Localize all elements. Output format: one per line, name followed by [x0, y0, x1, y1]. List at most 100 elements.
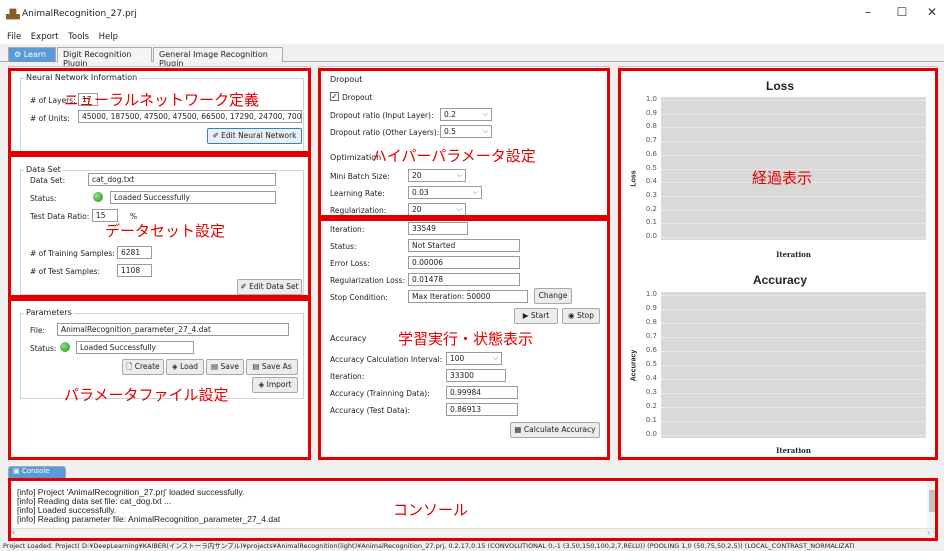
edit-data-set-button[interactable]: ✐ Edit Data Set [237, 279, 302, 295]
console-tab[interactable]: ▣ Console [8, 466, 66, 479]
change-button[interactable]: Change [534, 288, 572, 304]
y-tick-label: 0.8 [645, 318, 657, 326]
save-label: Save [220, 362, 239, 371]
data-set-field: cat_dog.txt [88, 173, 276, 186]
iteration-field: 33549 [408, 222, 468, 235]
y-tick-label: 0.8 [645, 122, 657, 131]
error-loss-field: 0.00006 [408, 256, 520, 269]
y-tick-label: 0.3 [645, 190, 657, 199]
lr-select[interactable]: 0.03 ⌵ [408, 186, 482, 199]
accuracy-train-field: 0.99984 [446, 386, 518, 399]
accuracy-chart-title: Accuracy [752, 273, 808, 287]
dropout-checkbox[interactable]: ✓ [330, 92, 339, 101]
console-panel[interactable]: [info] Project 'AnimalRecognition_27.prj… [8, 479, 938, 539]
stop-condition-label: Stop Condition: [330, 293, 388, 302]
reg-select[interactable]: 20 ⌵ [408, 203, 466, 216]
console-line: [info] Reading data set file: cat_dog.tx… [17, 496, 172, 506]
console-hscrollbar[interactable]: ‹ › [9, 528, 937, 538]
gridline [661, 195, 926, 197]
maximize-button[interactable]: ☐ [890, 5, 914, 23]
stop-icon: ◉ [568, 311, 575, 320]
menu-file[interactable]: File [7, 32, 21, 42]
import-label: Import [266, 380, 292, 389]
gridline [661, 407, 926, 408]
lr-label: Learning Rate: [330, 189, 385, 198]
save-as-label: Save As [261, 362, 292, 371]
y-tick-label: 0.9 [645, 108, 657, 117]
save-icon: ▤ [211, 362, 219, 371]
param-file-field: AnimalRecognition_parameter_27_4.dat [57, 323, 289, 336]
load-icon: ◈ [171, 362, 178, 371]
menu-bar: File Export Tools Help [0, 30, 944, 44]
console-vscrollbar[interactable] [927, 480, 937, 528]
close-button[interactable]: ✕ [920, 5, 944, 23]
load-button[interactable]: ◈ Load [166, 359, 204, 375]
param-status-field: Loaded Successfully [76, 341, 194, 354]
gridline [661, 223, 926, 225]
create-button[interactable]: 🗋 Create [122, 359, 164, 375]
y-tick-label: 0.4 [645, 177, 657, 186]
save-as-icon: ▤ [252, 362, 260, 371]
tab-general-image-recognition[interactable]: General Image Recognition Plugin [153, 47, 283, 68]
dropout-other-label: Dropout ratio (Other Layers): [330, 128, 440, 137]
import-icon: ◈ [258, 380, 265, 389]
test-ratio-label: Test Data Ratio: [30, 212, 90, 221]
test-samples-label: # of Test Samples: [30, 267, 100, 276]
gridline [661, 168, 926, 170]
dropout-input-select[interactable]: 0.2 ⌵ [440, 108, 492, 121]
calculator-icon: ▦ [514, 425, 522, 434]
edit-data-set-label: Edit Data Set [249, 282, 299, 291]
lr-value: 0.03 [412, 188, 429, 197]
data-set-group [20, 170, 304, 295]
save-as-button[interactable]: ▤ Save As [246, 359, 298, 375]
gridline [661, 337, 926, 338]
accuracy-iteration-label: Iteration: [330, 372, 365, 381]
y-tick-label: 0.1 [645, 416, 657, 424]
y-tick-label: 0.4 [645, 374, 657, 382]
reg-label: Regularization: [330, 206, 387, 215]
menu-tools[interactable]: Tools [68, 32, 89, 42]
batch-label: Mini Batch Size: [330, 172, 390, 181]
accuracy-interval-select[interactable]: 100 ⌵ [446, 352, 502, 365]
import-button[interactable]: ◈ Import [252, 377, 298, 393]
nn-info-title: Neural Network Information [24, 73, 140, 82]
menu-export[interactable]: Export [31, 32, 59, 42]
param-file-label: File: [30, 326, 46, 335]
y-tick-label: 1.0 [645, 95, 657, 103]
minimize-button[interactable]: – [856, 5, 880, 23]
stop-button[interactable]: ◉ Stop [562, 308, 600, 324]
parameters-title: Parameters [24, 308, 74, 317]
batch-select[interactable]: 20 ⌵ [408, 169, 466, 182]
y-tick-label: 0.1 [645, 218, 657, 227]
edit-neural-network-button[interactable]: ✐ Edit Neural Network [207, 128, 302, 144]
file-icon: 🗋 [126, 362, 133, 371]
y-tick-label: 0.7 [645, 332, 657, 340]
status-ok-icon [60, 342, 70, 352]
stop-condition-field: Max Iteration: 50000 [408, 290, 528, 303]
scroll-left-icon[interactable]: ‹ [12, 528, 15, 537]
dropout-input-value: 0.2 [444, 110, 456, 119]
dropout-input-label: Dropout ratio (Input Layer): [330, 111, 434, 120]
y-tick-label: 0.5 [645, 360, 657, 368]
window-title: AnimalRecognition_27.prj [22, 9, 137, 19]
start-button[interactable]: ▶ Start [514, 308, 558, 324]
test-ratio-field[interactable]: 15 [92, 209, 118, 222]
scroll-right-icon[interactable]: › [927, 528, 930, 537]
y-tick-label: 0.3 [645, 388, 657, 396]
menu-help[interactable]: Help [99, 32, 118, 42]
tab-digit-recognition[interactable]: Digit Recognition Plugin [57, 47, 152, 68]
dropout-other-select[interactable]: 0.5 ⌵ [440, 125, 492, 138]
reg-loss-label: Regularization Loss: [330, 276, 406, 285]
console-vscroll-thumb[interactable] [929, 490, 935, 512]
chevron-down-icon: ⌵ [456, 171, 462, 179]
gridline [661, 365, 926, 366]
y-tick-label: 0.0 [645, 430, 657, 438]
y-tick-label: 0.0 [645, 232, 657, 240]
tab-learn[interactable]: ⚙ Learn [8, 47, 56, 62]
y-tick-label: 1.0 [645, 290, 657, 298]
save-button[interactable]: ▤ Save [206, 359, 244, 375]
calculate-accuracy-button[interactable]: ▦ Calculate Accuracy [510, 422, 600, 438]
accuracy-train-label: Accuracy (Trainning Data): [330, 389, 430, 398]
units-field: 45000, 187500, 47500, 47500, 66500, 1729… [78, 110, 302, 123]
reg-value: 20 [412, 205, 422, 214]
